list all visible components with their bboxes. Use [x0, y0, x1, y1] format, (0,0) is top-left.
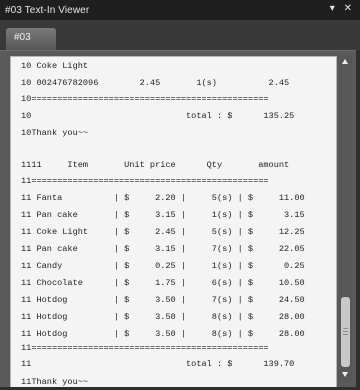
window-controls: ▾ ✕	[324, 3, 352, 14]
text-line: 11 Chocolate | $ 1.75 | 6(s) | $ 10.50	[21, 278, 305, 288]
grip-line	[343, 328, 348, 329]
text-area[interactable]: 10 Coke Light 10 002476782096 2.45 1(s) …	[10, 56, 337, 388]
text-line: 11 Candy | $ 0.25 | 1(s) | $ 0.25	[21, 261, 305, 271]
text-line: 11 Hotdog | $ 3.50 | 8(s) | $ 28.00	[21, 329, 305, 339]
grip-line	[343, 331, 348, 332]
text-line: 11 Pan cake | $ 3.15 | 1(s) | $ 3.15	[21, 210, 305, 220]
text-line: 11 Hotdog | $ 3.50 | 7(s) | $ 24.50	[21, 295, 305, 305]
tab-strip: #03	[0, 20, 360, 50]
scroll-thumb[interactable]	[341, 297, 350, 367]
text-line: 11 Pan cake | $ 3.15 | 7(s) | $ 22.05	[21, 244, 305, 254]
window-title: #03 Text-In Viewer	[5, 5, 90, 16]
window-border-right	[356, 50, 360, 390]
scroll-down-icon[interactable]	[342, 372, 348, 377]
text-line: 10======================================…	[21, 94, 269, 104]
text-line: 10 002476782096 2.45 1(s) 2.45	[21, 78, 290, 88]
scroll-up-icon[interactable]	[342, 59, 348, 64]
text-line: 10Thank you~~	[21, 128, 89, 138]
text-line: 11======================================…	[21, 176, 269, 186]
vertical-scrollbar[interactable]	[339, 55, 352, 381]
text-line: 11 Fanta | $ 2.20 | 5(s) | $ 11.00	[21, 193, 305, 203]
text-line: 11 total : $ 139.70	[21, 359, 295, 369]
text-line: 11 Hotdog | $ 3.50 | 8(s) | $ 28.00	[21, 312, 305, 322]
viewer-panel: 10 Coke Light 10 002476782096 2.45 1(s) …	[0, 50, 360, 389]
close-icon[interactable]: ✕	[344, 3, 352, 14]
title-bar: #03 Text-In Viewer ▾ ✕	[0, 0, 360, 20]
text-in-viewer-window: #03 Text-In Viewer ▾ ✕ #03 10 Coke Light…	[0, 0, 360, 390]
text-line: 1111 Item Unit price Qty amount	[21, 160, 290, 170]
text-line: 10 Coke Light	[21, 61, 89, 71]
text-line: 11======================================…	[21, 343, 269, 353]
text-line: 10 total : $ 135.25	[21, 111, 295, 121]
pin-dropdown-icon[interactable]: ▾	[330, 3, 335, 14]
tab-03[interactable]: #03	[6, 28, 56, 50]
grip-line	[343, 334, 348, 335]
tab-label: #03	[14, 32, 31, 43]
text-line: 11 Coke Light | $ 2.45 | 5(s) | $ 12.25	[21, 227, 305, 237]
